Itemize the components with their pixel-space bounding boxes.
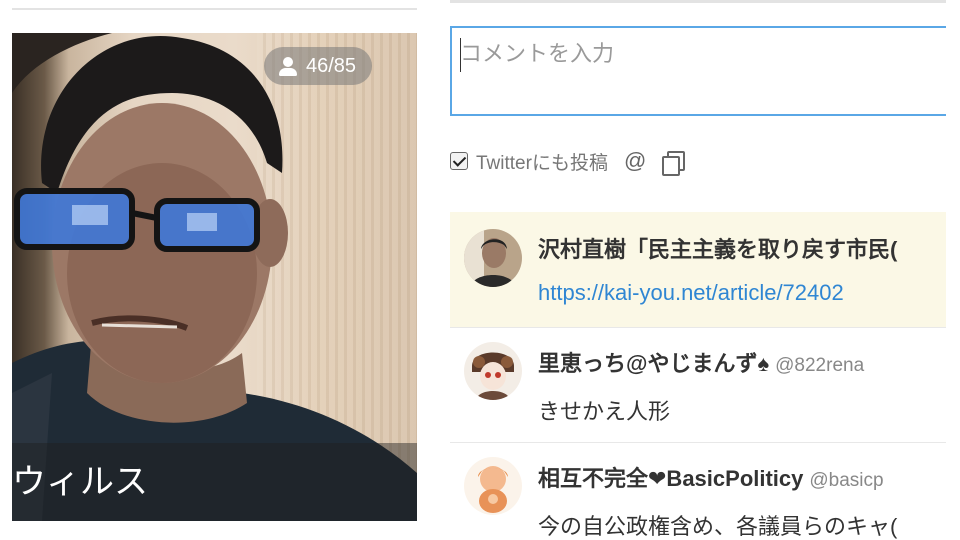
tweet-item[interactable]: 里恵っち@やじまんず♠ @822rena きせかえ人形 — [450, 327, 946, 442]
right-edge-mask — [946, 0, 960, 540]
tweet-link[interactable]: https://kai-you.net/article/72402 — [538, 280, 844, 305]
tweet-text: きせかえ人形 — [538, 399, 671, 424]
tweet-handle[interactable]: @822rena — [775, 355, 864, 376]
tweet-text: https://kai-you.net/article/72402 — [538, 280, 844, 306]
mention-icon[interactable]: @ — [624, 148, 646, 174]
twitter-post-row: Twitterにも投稿 @ — [450, 146, 686, 176]
comment-feed[interactable]: 沢村直樹「民主主義を取り戻す市民( https://kai-you.net/ar… — [450, 212, 946, 540]
top-divider — [12, 8, 417, 10]
tweet-author-name[interactable]: 沢村直樹「民主主義を取り戻す市民( — [538, 237, 897, 262]
twitter-post-label[interactable]: Twitterにも投稿 — [476, 148, 608, 175]
person-icon — [278, 56, 298, 76]
avatar[interactable] — [464, 229, 522, 287]
comment-placeholder: コメントを入力 — [460, 41, 615, 66]
tweet-author[interactable]: 相互不完全❤BasicPoliticy @basicp — [538, 461, 884, 493]
tweet-author[interactable]: 沢村直樹「民主主義を取り戻す市民( — [538, 232, 897, 264]
tweet-handle[interactable]: @basicp — [809, 470, 883, 491]
tweet-text: 今の自公政権含め、各議員らのキャ( — [538, 514, 898, 539]
right-top-divider — [450, 0, 960, 3]
twitter-post-checkbox[interactable] — [450, 152, 468, 170]
tweet-item[interactable]: 相互不完全❤BasicPoliticy @basicp 今の自公政権含め、各議員ら… — [450, 442, 946, 540]
tweet-author[interactable]: 里恵っち@やじまんず♠ @822rena — [538, 346, 864, 378]
viewer-count: 46/85 — [306, 54, 357, 77]
video-player[interactable]: 46/85 ウィルス — [12, 33, 417, 521]
tweet-author-name[interactable]: 里恵っち@やじまんず♠ — [538, 351, 769, 376]
avatar[interactable] — [464, 457, 522, 515]
copy-icon[interactable] — [662, 151, 686, 176]
video-caption: ウィルス — [12, 443, 417, 521]
viewer-count-badge: 46/85 — [264, 47, 373, 85]
tweet-author-name[interactable]: 相互不完全❤BasicPoliticy — [538, 466, 803, 491]
tweet-item[interactable]: 沢村直樹「民主主義を取り戻す市民( https://kai-you.net/ar… — [450, 212, 946, 327]
comment-input[interactable]: コメントを入力 — [450, 26, 960, 116]
avatar[interactable] — [464, 342, 522, 400]
